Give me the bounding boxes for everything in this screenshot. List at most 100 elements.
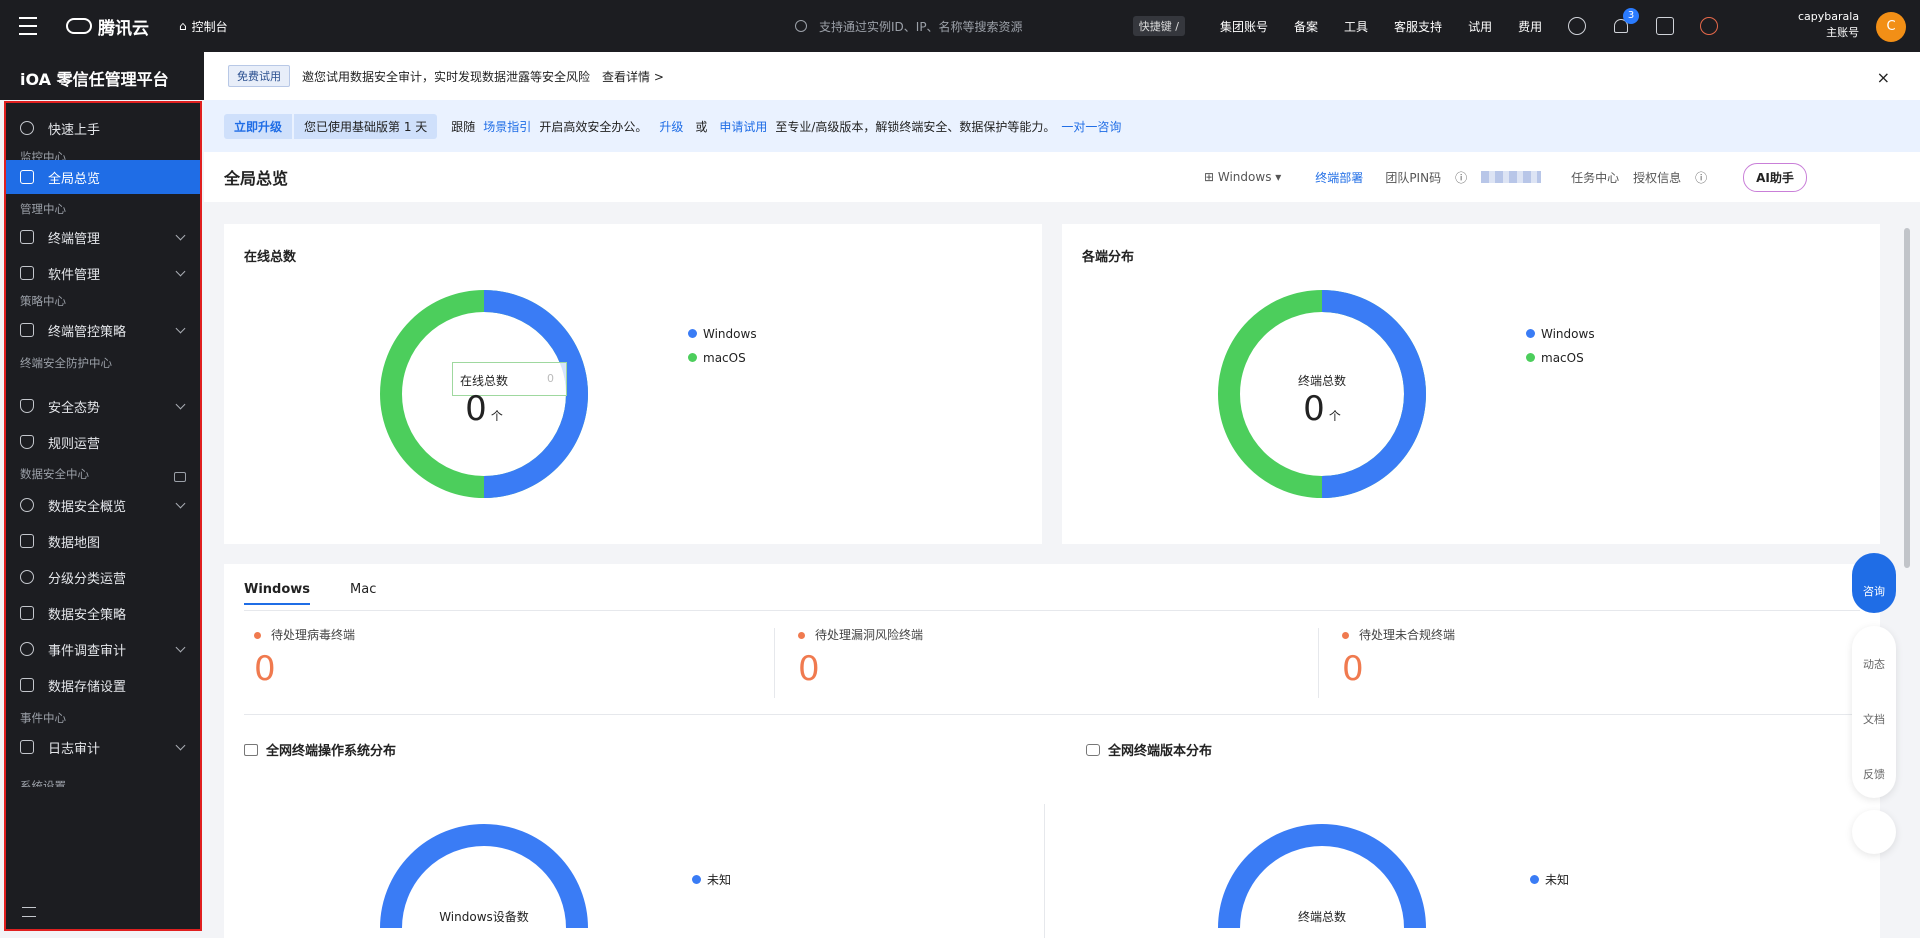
card-title: 在线总数	[244, 250, 297, 265]
feedback-button[interactable]: 反馈	[1852, 736, 1896, 791]
stat-noncompliant-terminals[interactable]: 待处理未合规终端 0	[1342, 626, 1455, 689]
pin-label: 团队PIN码	[1385, 170, 1442, 185]
legend-item-windows[interactable]: Windows	[688, 322, 757, 346]
link-group-account[interactable]: 集团账号	[1220, 18, 1268, 35]
consult-float-button[interactable]: 咨询	[1852, 553, 1896, 613]
upgrade-text: 至专业/高级版本，解锁终端安全、数据保护等能力。	[775, 119, 1056, 134]
sidebar-item-label: 软件管理	[48, 267, 101, 283]
legend-label: 未知	[1545, 873, 1570, 887]
upgrade-button[interactable]: 立即升级	[224, 113, 293, 139]
close-icon[interactable]: ×	[1877, 68, 1890, 87]
chart-legend: Windows macOS	[1526, 322, 1595, 370]
sidebar-item-data-policy[interactable]: 数据安全策略	[6, 596, 200, 630]
tool-label: 动态	[1863, 658, 1885, 671]
sidebar-item-data-map[interactable]: 数据地图	[6, 524, 200, 558]
menu-icon[interactable]	[0, 0, 56, 52]
sidebar-item-overview[interactable]: 全局总览	[6, 160, 200, 194]
user-name: capybarala	[1798, 10, 1860, 23]
stat-vuln-terminals[interactable]: 待处理漏洞风险终端 0	[798, 626, 923, 689]
online-total-card: 在线总数 0 在线总数 0个 Windows macOS	[224, 224, 1042, 544]
sidebar-item-security-posture[interactable]: 安全态势	[6, 389, 200, 423]
search-icon	[795, 20, 807, 32]
consult-link[interactable]: 一对一咨询	[1061, 118, 1121, 135]
database-icon	[20, 606, 34, 620]
upgrade-link[interactable]: 升级	[659, 118, 683, 135]
stat-value: 0	[1342, 649, 1364, 689]
legend-item-unknown[interactable]: 未知	[692, 868, 731, 892]
brand-logo[interactable]: 腾讯云	[66, 14, 149, 39]
console-link[interactable]: ⌂ 控制台	[179, 18, 228, 35]
sidebar-item-label: 事件调查审计	[48, 643, 127, 659]
card-title: 各端分布	[1082, 250, 1135, 265]
sidebar-item-terminal[interactable]: 终端管理	[6, 220, 200, 254]
sidebar-item-storage[interactable]: 数据存储设置	[6, 668, 200, 702]
sidebar-item-data-overview[interactable]: 数据安全概览	[6, 488, 200, 522]
scroll-thumb[interactable]	[1904, 228, 1910, 568]
notification-bell-icon[interactable]: 3	[1612, 8, 1640, 35]
section-protection: 终端安全防护中心	[20, 356, 112, 370]
brand-name: 腾讯云	[98, 18, 149, 39]
donut-center: 在线总数 0个	[414, 372, 554, 429]
search-input[interactable]: 支持通过实例ID、IP、名称等搜索资源	[819, 18, 1023, 35]
legend-item-macos[interactable]: macOS	[1526, 346, 1595, 370]
news-button[interactable]: 动态	[1852, 626, 1896, 681]
monitor-icon	[20, 170, 34, 184]
legend-label: Windows	[1541, 327, 1595, 341]
chevron-down-icon	[175, 323, 186, 334]
apply-trial-link[interactable]: 申请试用	[719, 118, 767, 135]
stat-label: 待处理漏洞风险终端	[798, 626, 923, 643]
section-manage: 管理中心	[20, 202, 66, 216]
sidebar-item-terminal-policy[interactable]: 终端管控策略	[6, 313, 200, 347]
docs-button[interactable]: 文档	[1852, 681, 1896, 736]
sidebar-item-rules[interactable]: 规则运营	[6, 425, 200, 459]
global-search[interactable]: 支持通过实例ID、IP、名称等搜索资源 快捷键 /	[795, 10, 1185, 42]
center-unit: 个	[490, 409, 503, 423]
legend-item-macos[interactable]: macOS	[688, 346, 757, 370]
sidebar-item-classification[interactable]: 分级分类运营	[6, 560, 200, 594]
link-trial[interactable]: 试用	[1468, 18, 1492, 35]
os-select[interactable]: ⊞ Windows ▾	[1204, 170, 1281, 184]
deploy-link[interactable]: 终端部署	[1315, 169, 1363, 186]
tab-mac[interactable]: Mac	[350, 582, 376, 605]
main-content: 免费试用 邀您试用数据安全审计，实时发现数据泄露等安全风险 查看详情 > × 立…	[204, 52, 1920, 938]
compass-icon[interactable]	[1568, 17, 1587, 35]
legend-item-unknown[interactable]: 未知	[1530, 868, 1569, 892]
sidebar-item-quickstart[interactable]: 快速上手	[6, 111, 200, 145]
ticket-icon[interactable]	[1656, 17, 1675, 35]
sidebar-item-software[interactable]: 软件管理	[6, 256, 200, 290]
license-link[interactable]: 授权信息	[1633, 169, 1681, 186]
legend-label: 未知	[707, 873, 732, 887]
legend-item-windows[interactable]: Windows	[1526, 322, 1595, 346]
ai-assistant-button[interactable]: AI助手	[1743, 162, 1807, 192]
float-toolbar: 动态 文档 反馈	[1852, 626, 1896, 798]
avatar[interactable]: C	[1876, 12, 1906, 42]
sidebar-item-event-audit[interactable]: 事件调查审计	[6, 632, 200, 666]
user-info[interactable]: capybarala 主账号	[1798, 9, 1859, 41]
donut-center: Windows设备数	[414, 908, 554, 925]
platform-title: iOA 零信任管理平台	[0, 52, 204, 100]
sidebar-item-log-audit[interactable]: 日志审计	[6, 730, 200, 764]
home-icon: ⌂	[179, 19, 187, 33]
apps-icon[interactable]	[1700, 17, 1719, 35]
hierarchy-icon	[20, 570, 34, 584]
task-center-link[interactable]: 任务中心	[1571, 169, 1619, 186]
link-filing[interactable]: 备案	[1294, 18, 1318, 35]
storage-icon	[20, 678, 34, 692]
page-title: 全局总览	[224, 169, 289, 188]
scene-guide-link[interactable]: 场景指引	[483, 118, 531, 135]
compass-icon	[20, 121, 34, 135]
sidebar-item-label: 安全态势	[48, 400, 101, 416]
center-value: 0	[465, 389, 487, 429]
link-tools[interactable]: 工具	[1344, 18, 1368, 35]
stat-virus-terminals[interactable]: 待处理病毒终端 0	[254, 626, 355, 689]
link-billing[interactable]: 费用	[1518, 18, 1542, 35]
banner-detail-link[interactable]: 查看详情 >	[602, 68, 664, 85]
chevron-down-icon	[175, 399, 186, 410]
scrollbar[interactable]	[1902, 214, 1912, 934]
software-icon	[20, 266, 34, 280]
center-unit: 个	[1328, 409, 1341, 423]
tab-windows[interactable]: Windows	[244, 582, 311, 605]
link-support[interactable]: 客服支持	[1394, 18, 1442, 35]
collapse-sidebar-icon[interactable]	[22, 907, 36, 917]
float-menu-button[interactable]	[1852, 810, 1896, 854]
